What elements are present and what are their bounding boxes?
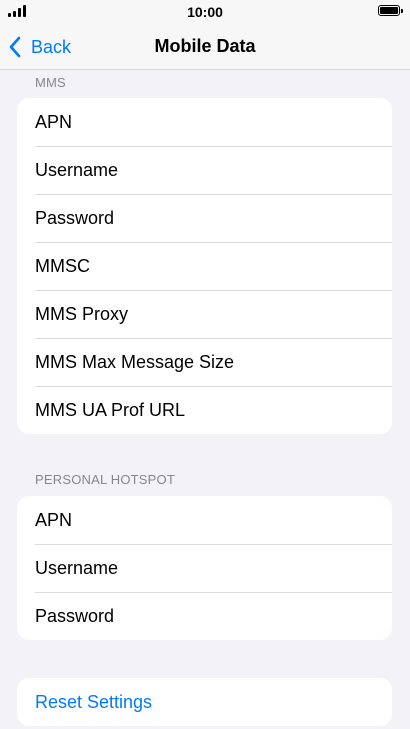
reset-group: Reset Settings xyxy=(17,678,392,726)
mms-apn-row[interactable]: APN xyxy=(17,98,392,146)
personal-hotspot-group: APN Username Password xyxy=(17,496,392,640)
section-header-personal-hotspot: PERSONAL HOTSPOT xyxy=(35,472,175,487)
mms-proxy-row[interactable]: MMS Proxy xyxy=(17,290,392,338)
status-time: 10:00 xyxy=(187,4,223,20)
mms-username-row[interactable]: Username xyxy=(17,146,392,194)
hotspot-apn-row[interactable]: APN xyxy=(17,496,392,544)
mms-max-message-size-row[interactable]: MMS Max Message Size xyxy=(17,338,392,386)
mms-group: APN Username Password MMSC MMS Proxy MMS… xyxy=(17,98,392,434)
status-bar: 10:00 xyxy=(0,0,410,24)
back-button[interactable]: Back xyxy=(8,33,71,61)
hotspot-username-row[interactable]: Username xyxy=(17,544,392,592)
battery-full-icon xyxy=(378,5,403,16)
mms-password-row[interactable]: Password xyxy=(17,194,392,242)
navigation-bar: Back Mobile Data xyxy=(0,24,410,70)
back-button-label: Back xyxy=(31,36,72,57)
reset-settings-button[interactable]: Reset Settings xyxy=(17,678,392,726)
section-header-mms: MMS xyxy=(35,75,66,90)
hotspot-password-row[interactable]: Password xyxy=(17,592,392,640)
mms-ua-prof-url-row[interactable]: MMS UA Prof URL xyxy=(17,386,392,434)
mmsc-row[interactable]: MMSC xyxy=(17,242,392,290)
chevron-left-icon xyxy=(9,36,21,58)
